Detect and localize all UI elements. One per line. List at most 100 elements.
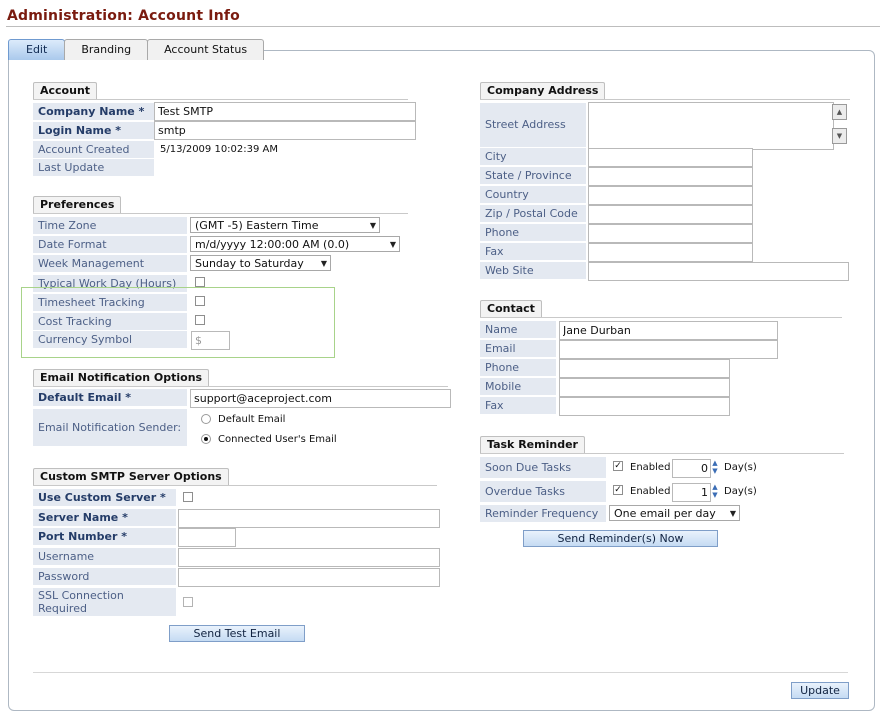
country-label: Country [480, 186, 586, 203]
overdue-days-label: Day(s) [724, 486, 757, 497]
sender-connected-label: Connected User's Email [218, 434, 337, 445]
login-name-input[interactable] [154, 121, 416, 140]
overdue-enabled-label: Enabled [630, 486, 671, 497]
state-input[interactable] [588, 167, 753, 186]
currency-symbol-input[interactable] [191, 331, 230, 350]
page-title: Administration: Account Info [7, 8, 240, 24]
contact-divider [480, 317, 842, 318]
timesheet-tracking-label: Timesheet Tracking [33, 294, 187, 311]
company-name-label: Company Name * [33, 103, 154, 120]
timesheet-tracking-checkbox[interactable] [195, 296, 205, 306]
company-address-divider [480, 99, 850, 100]
chevron-down-icon: ▼ [389, 240, 396, 249]
contact-email-label: Email [480, 340, 556, 357]
password-input[interactable] [178, 568, 440, 587]
city-input[interactable] [588, 148, 753, 167]
address-fax-input[interactable] [588, 243, 753, 262]
address-phone-input[interactable] [588, 224, 753, 243]
default-email-input[interactable] [190, 389, 451, 408]
preferences-divider [33, 213, 408, 214]
smtp-heading: Custom SMTP Server Options [33, 468, 229, 485]
street-address-textarea[interactable] [588, 102, 834, 150]
send-test-email-button[interactable]: Send Test Email [169, 625, 305, 642]
contact-fax-label: Fax [480, 397, 556, 414]
overdue-label: Overdue Tasks [480, 481, 606, 502]
week-management-label: Week Management [33, 255, 187, 272]
username-label: Username [33, 548, 176, 565]
server-name-input[interactable] [178, 509, 440, 528]
city-label: City [480, 148, 586, 165]
date-format-select[interactable]: m/d/yyyy 12:00:00 AM (0.0) ▼ [190, 236, 400, 252]
account-divider [33, 99, 408, 100]
soon-due-days-input[interactable] [672, 459, 711, 478]
website-input[interactable] [588, 262, 849, 281]
sender-connected-radio[interactable] [201, 434, 211, 444]
time-zone-value: (GMT -5) Eastern Time [195, 219, 319, 232]
contact-phone-input[interactable] [559, 359, 730, 378]
soon-due-stepper[interactable]: ▲ ▼ [711, 459, 719, 475]
cost-tracking-checkbox[interactable] [195, 315, 205, 325]
soon-due-enabled-label: Enabled [630, 462, 671, 473]
sender-default-radio[interactable] [201, 414, 211, 424]
notification-sender-label: Email Notification Sender: [33, 409, 187, 446]
street-address-label: Street Address [480, 103, 586, 147]
account-created-label: Account Created [33, 141, 154, 158]
server-name-label: Server Name * [33, 509, 176, 526]
send-reminders-button[interactable]: Send Reminder(s) Now [523, 530, 718, 547]
currency-symbol-label: Currency Symbol [33, 331, 187, 348]
smtp-divider [33, 485, 437, 486]
contact-email-input[interactable] [559, 340, 778, 359]
ssl-checkbox[interactable] [183, 597, 193, 607]
chevron-down-icon: ▼ [320, 259, 327, 268]
typical-work-day-checkbox[interactable] [195, 277, 205, 287]
preferences-heading: Preferences [33, 196, 122, 213]
zip-label: Zip / Postal Code [480, 205, 586, 222]
tab-edit[interactable]: Edit [8, 39, 66, 60]
account-created-value: 5/13/2009 10:02:39 AM [160, 144, 279, 155]
port-number-input[interactable] [178, 528, 236, 547]
reminder-frequency-select[interactable]: One email per day ▼ [609, 505, 740, 521]
state-label: State / Province [480, 167, 586, 184]
tab-account-status[interactable]: Account Status [147, 39, 265, 60]
date-format-value: m/d/yyyy 12:00:00 AM (0.0) [195, 238, 350, 251]
title-divider [6, 26, 880, 27]
username-input[interactable] [178, 548, 440, 567]
ssl-label-line1: SSL Connection [38, 589, 124, 602]
ssl-label: SSL Connection Required [33, 588, 176, 616]
port-number-label: Port Number * [33, 528, 176, 545]
login-name-label: Login Name * [33, 122, 154, 139]
scroll-up-icon[interactable]: ▲ [832, 104, 847, 120]
contact-mobile-input[interactable] [559, 378, 730, 397]
week-management-select[interactable]: Sunday to Saturday ▼ [190, 255, 331, 271]
address-phone-label: Phone [480, 224, 586, 241]
overdue-checkbox[interactable]: ✓ [613, 485, 623, 495]
use-custom-server-label: Use Custom Server * [33, 489, 176, 506]
contact-fax-input[interactable] [559, 397, 730, 416]
task-reminder-divider [480, 453, 844, 454]
overdue-stepper[interactable]: ▲ ▼ [711, 483, 719, 499]
date-format-label: Date Format [33, 236, 187, 253]
use-custom-server-checkbox[interactable] [183, 492, 193, 502]
last-update-label: Last Update [33, 159, 154, 176]
chevron-down-icon: ▼ [729, 509, 736, 518]
password-label: Password [33, 568, 176, 585]
footer-divider [33, 672, 848, 673]
chevron-down-icon: ▼ [369, 221, 376, 230]
country-input[interactable] [588, 186, 753, 205]
company-name-input[interactable] [154, 102, 416, 121]
scroll-down-icon[interactable]: ▼ [832, 128, 847, 144]
tab-branding[interactable]: Branding [64, 39, 149, 60]
contact-name-input[interactable] [559, 321, 778, 340]
time-zone-select[interactable]: (GMT -5) Eastern Time ▼ [190, 217, 380, 233]
soon-due-days-label: Day(s) [724, 462, 757, 473]
update-button[interactable]: Update [791, 682, 849, 699]
reminder-frequency-label: Reminder Frequency [480, 505, 606, 522]
contact-phone-label: Phone [480, 359, 556, 376]
email-options-heading: Email Notification Options [33, 369, 210, 386]
zip-input[interactable] [588, 205, 753, 224]
soon-due-checkbox[interactable]: ✓ [613, 461, 623, 471]
overdue-days-input[interactable] [672, 483, 711, 502]
company-address-heading: Company Address [480, 82, 606, 99]
time-zone-label: Time Zone [33, 217, 187, 234]
reminder-frequency-value: One email per day [614, 507, 716, 520]
